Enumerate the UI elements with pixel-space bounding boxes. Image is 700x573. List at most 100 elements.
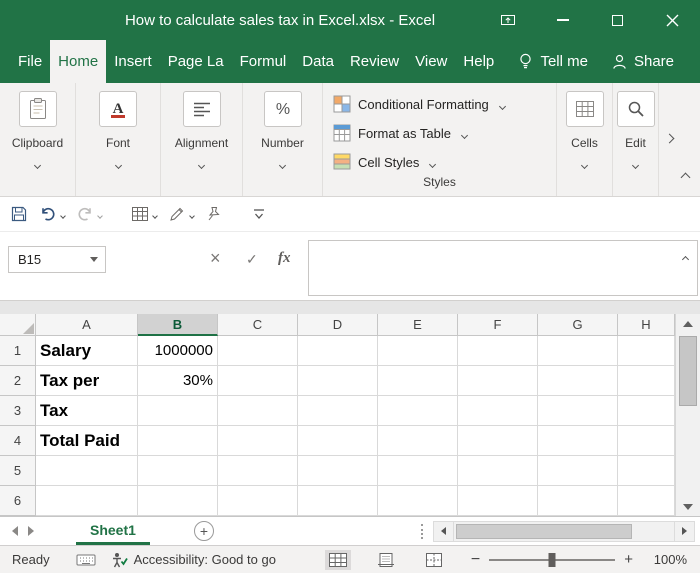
tab-review[interactable]: Review: [342, 40, 407, 83]
cell-E4[interactable]: [378, 426, 458, 456]
chevron-down-icon[interactable]: [116, 155, 121, 173]
cell-C4[interactable]: [218, 426, 298, 456]
cell-A3[interactable]: Tax: [36, 396, 138, 426]
zoom-slider-thumb[interactable]: [549, 553, 556, 567]
normal-view-button[interactable]: [325, 550, 351, 570]
cell-E5[interactable]: [378, 456, 458, 486]
cell-H2[interactable]: [618, 366, 675, 396]
select-all-corner[interactable]: [0, 314, 36, 336]
cell-D5[interactable]: [298, 456, 378, 486]
scroll-up-icon[interactable]: [683, 321, 693, 327]
zoom-slider[interactable]: [489, 559, 615, 561]
cell-A1[interactable]: Salary: [36, 336, 138, 366]
horizontal-scrollbar-thumb[interactable]: [456, 524, 632, 539]
scroll-down-icon[interactable]: [683, 504, 693, 510]
chevron-down-icon[interactable]: [582, 155, 587, 173]
row-header-6[interactable]: 6: [0, 486, 36, 516]
alignment-group-button[interactable]: [183, 91, 221, 127]
cancel-button[interactable]: ×: [210, 248, 221, 269]
cell-D6[interactable]: [298, 486, 378, 516]
tab-home[interactable]: Home: [50, 40, 106, 83]
cell-B2[interactable]: 30%: [138, 366, 218, 396]
ribbon-display-options-button[interactable]: [480, 0, 535, 40]
chevron-down-icon[interactable]: [199, 155, 204, 173]
close-button[interactable]: [645, 0, 700, 40]
page-layout-view-button[interactable]: [373, 550, 399, 570]
cell-G1[interactable]: [538, 336, 618, 366]
pin-button[interactable]: [205, 205, 223, 223]
chevron-down-icon[interactable]: [633, 155, 638, 173]
keyboard-icon[interactable]: [76, 553, 96, 567]
column-header-F[interactable]: F: [458, 314, 538, 336]
formula-input[interactable]: [308, 240, 698, 296]
cell-G3[interactable]: [538, 396, 618, 426]
clipboard-group-button[interactable]: [19, 91, 57, 127]
collapse-ribbon-button[interactable]: [682, 168, 689, 186]
column-header-A[interactable]: A: [36, 314, 138, 336]
cell-E3[interactable]: [378, 396, 458, 426]
horizontal-scrollbar[interactable]: [433, 521, 695, 542]
ribbon-scroll-right-button[interactable]: [666, 129, 673, 147]
cell-F6[interactable]: [458, 486, 538, 516]
chevron-down-icon[interactable]: [35, 155, 40, 173]
accessibility-status[interactable]: Accessibility: Good to go: [110, 552, 276, 568]
collapse-formula-bar-button[interactable]: [683, 250, 688, 265]
cell-G2[interactable]: [538, 366, 618, 396]
tab-help[interactable]: Help: [455, 40, 502, 83]
cell-A6[interactable]: [36, 486, 138, 516]
column-header-C[interactable]: C: [218, 314, 298, 336]
cell-D1[interactable]: [298, 336, 378, 366]
row-header-3[interactable]: 3: [0, 396, 36, 426]
cell-D4[interactable]: [298, 426, 378, 456]
column-header-G[interactable]: G: [538, 314, 618, 336]
cell-B6[interactable]: [138, 486, 218, 516]
cell-G4[interactable]: [538, 426, 618, 456]
cell-E6[interactable]: [378, 486, 458, 516]
cell-H4[interactable]: [618, 426, 675, 456]
cell-F1[interactable]: [458, 336, 538, 366]
cell-B1[interactable]: 1000000: [138, 336, 218, 366]
cell-A5[interactable]: [36, 456, 138, 486]
name-box-dropdown[interactable]: [83, 247, 105, 272]
cell-C1[interactable]: [218, 336, 298, 366]
column-header-D[interactable]: D: [298, 314, 378, 336]
tab-scrollbar-splitter[interactable]: [421, 524, 425, 539]
row-header-4[interactable]: 4: [0, 426, 36, 456]
column-header-H[interactable]: H: [618, 314, 675, 336]
cells-group-button[interactable]: [566, 91, 604, 127]
cell-H6[interactable]: [618, 486, 675, 516]
vertical-scrollbar[interactable]: [675, 314, 700, 516]
cell-F2[interactable]: [458, 366, 538, 396]
cell-C2[interactable]: [218, 366, 298, 396]
cell-C6[interactable]: [218, 486, 298, 516]
sheet-tab-sheet1[interactable]: Sheet1: [76, 517, 150, 545]
customize-quick-access-button[interactable]: [252, 207, 266, 221]
cell-F3[interactable]: [458, 396, 538, 426]
cell-G6[interactable]: [538, 486, 618, 516]
enter-button[interactable]: ✓: [246, 251, 258, 268]
scroll-right-button[interactable]: [674, 521, 695, 542]
cell-E2[interactable]: [378, 366, 458, 396]
cell-B4[interactable]: [138, 426, 218, 456]
conditional-formatting-button[interactable]: Conditional Formatting: [333, 92, 556, 116]
zoom-level[interactable]: 100%: [637, 552, 687, 567]
tab-file[interactable]: File: [10, 40, 50, 83]
cell-H1[interactable]: [618, 336, 675, 366]
tab-data[interactable]: Data: [294, 40, 342, 83]
format-as-table-button[interactable]: Format as Table: [333, 121, 556, 145]
table-button[interactable]: [131, 205, 157, 223]
cell-A4[interactable]: Total Paid: [36, 426, 138, 456]
share-button[interactable]: Share: [612, 40, 674, 83]
scroll-left-button[interactable]: [433, 521, 454, 542]
redo-button[interactable]: [76, 205, 102, 223]
tab-view[interactable]: View: [407, 40, 455, 83]
save-button[interactable]: [10, 205, 28, 223]
horizontal-scrollbar-track[interactable]: [454, 521, 674, 542]
cell-C3[interactable]: [218, 396, 298, 426]
cell-E1[interactable]: [378, 336, 458, 366]
page-break-view-button[interactable]: [421, 550, 447, 570]
row-header-2[interactable]: 2: [0, 366, 36, 396]
pen-button[interactable]: [168, 205, 194, 223]
column-header-B[interactable]: B: [138, 314, 218, 336]
vertical-scrollbar-thumb[interactable]: [679, 336, 697, 406]
